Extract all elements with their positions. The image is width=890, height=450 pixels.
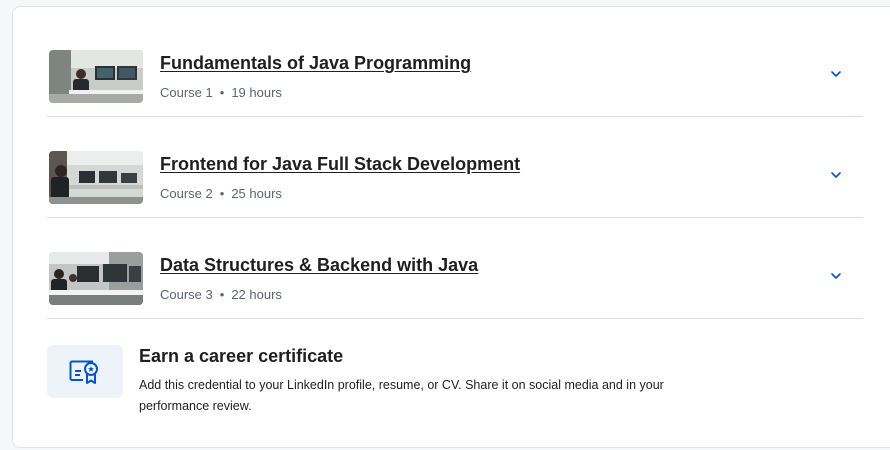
certificate-icon bbox=[69, 360, 98, 384]
course-title[interactable]: Data Structures & Backend with Java bbox=[160, 255, 478, 276]
course-meta: Course 3 • 22 hours bbox=[160, 287, 282, 302]
course-duration: 19 hours bbox=[231, 85, 282, 100]
chevron-down-icon[interactable] bbox=[829, 168, 843, 182]
separator-dot: • bbox=[219, 287, 225, 302]
course-meta: Course 2 • 25 hours bbox=[160, 186, 282, 201]
course-thumbnail bbox=[49, 151, 143, 204]
course-number: Course 1 bbox=[160, 85, 213, 100]
career-certificate-section: Earn a career certificate Add this crede… bbox=[47, 345, 867, 435]
course-meta: Course 1 • 19 hours bbox=[160, 85, 282, 100]
course-number: Course 2 bbox=[160, 186, 213, 201]
course-title[interactable]: Fundamentals of Java Programming bbox=[160, 53, 471, 74]
certificate-icon-box bbox=[47, 345, 123, 398]
course-duration: 22 hours bbox=[231, 287, 282, 302]
separator-dot: • bbox=[219, 85, 225, 100]
course-item-3[interactable]: Data Structures & Backend with Java Cour… bbox=[47, 219, 863, 319]
course-thumbnail bbox=[49, 50, 143, 103]
separator-dot: • bbox=[219, 186, 225, 201]
course-item-1[interactable]: Fundamentals of Java Programming Course … bbox=[47, 17, 863, 117]
chevron-down-icon[interactable] bbox=[829, 67, 843, 81]
course-number: Course 3 bbox=[160, 287, 213, 302]
chevron-down-icon[interactable] bbox=[829, 269, 843, 283]
course-thumbnail bbox=[49, 252, 143, 305]
certificate-description: Add this credential to your LinkedIn pro… bbox=[139, 378, 664, 413]
course-list-card: Fundamentals of Java Programming Course … bbox=[12, 6, 890, 448]
certificate-title: Earn a career certificate bbox=[139, 346, 344, 366]
course-duration: 25 hours bbox=[231, 186, 282, 201]
course-item-2[interactable]: Frontend for Java Full Stack Development… bbox=[47, 118, 863, 218]
course-title[interactable]: Frontend for Java Full Stack Development bbox=[160, 154, 520, 175]
